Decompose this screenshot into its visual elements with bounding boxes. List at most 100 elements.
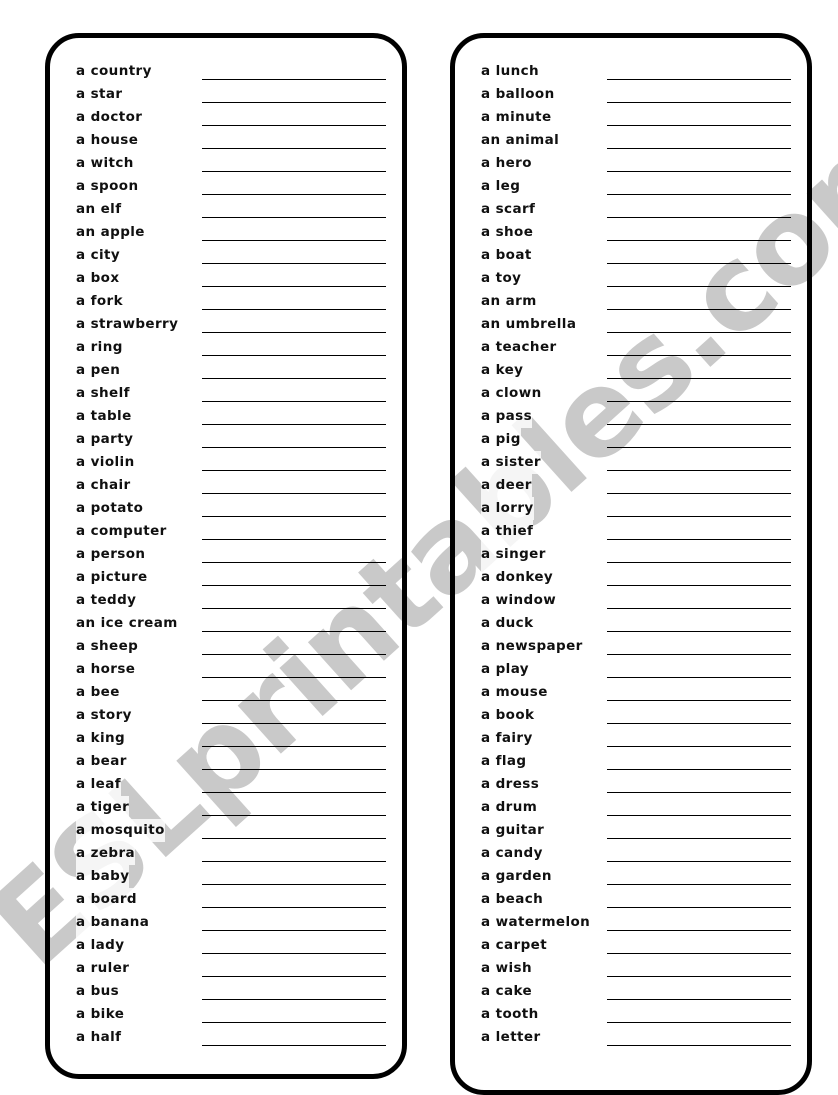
left-column-item-label: a mosquito: [76, 819, 165, 842]
answer-blank-line[interactable]: [202, 566, 386, 589]
answer-blank-line[interactable]: [202, 175, 386, 198]
answer-blank-line[interactable]: [607, 336, 791, 359]
answer-blank-line[interactable]: [202, 796, 386, 819]
answer-blank-line[interactable]: [607, 83, 791, 106]
answer-blank-line[interactable]: [202, 635, 386, 658]
answer-blank-line[interactable]: [607, 60, 791, 83]
answer-blank-line[interactable]: [607, 635, 791, 658]
right-column-item-label: a window: [481, 589, 557, 612]
answer-blank-line[interactable]: [607, 842, 791, 865]
answer-blank-line[interactable]: [607, 934, 791, 957]
answer-blank-line[interactable]: [607, 313, 791, 336]
answer-blank-line[interactable]: [202, 290, 386, 313]
answer-blank-line[interactable]: [607, 428, 791, 451]
answer-blank-line[interactable]: [607, 1026, 791, 1049]
answer-blank-line[interactable]: [607, 520, 791, 543]
answer-blank-line[interactable]: [607, 819, 791, 842]
answer-blank-line[interactable]: [607, 382, 791, 405]
answer-blank-line[interactable]: [202, 681, 386, 704]
answer-blank-line[interactable]: [607, 865, 791, 888]
answer-blank-line[interactable]: [202, 727, 386, 750]
answer-blank-line[interactable]: [607, 244, 791, 267]
answer-blank-line[interactable]: [202, 934, 386, 957]
right-column-item-label: a play: [481, 658, 529, 681]
answer-blank-line[interactable]: [607, 1003, 791, 1026]
answer-blank-line[interactable]: [202, 589, 386, 612]
answer-blank-line[interactable]: [202, 152, 386, 175]
worksheet-row: a picture: [50, 566, 402, 589]
answer-blank-line[interactable]: [607, 566, 791, 589]
answer-blank-line[interactable]: [202, 313, 386, 336]
answer-blank-line[interactable]: [607, 658, 791, 681]
answer-blank-line[interactable]: [607, 497, 791, 520]
answer-blank-line[interactable]: [202, 221, 386, 244]
answer-blank-line[interactable]: [202, 819, 386, 842]
worksheet-row: a baby: [50, 865, 402, 888]
answer-blank-line[interactable]: [202, 428, 386, 451]
answer-blank-line[interactable]: [202, 520, 386, 543]
answer-blank-line[interactable]: [607, 612, 791, 635]
answer-blank-line[interactable]: [607, 267, 791, 290]
answer-blank-line[interactable]: [607, 589, 791, 612]
answer-blank-line[interactable]: [202, 451, 386, 474]
worksheet-row: a bike: [50, 1003, 402, 1026]
answer-blank-line[interactable]: [607, 175, 791, 198]
answer-blank-line[interactable]: [607, 451, 791, 474]
answer-blank-line[interactable]: [607, 681, 791, 704]
answer-blank-line[interactable]: [202, 1026, 386, 1049]
answer-blank-line[interactable]: [607, 290, 791, 313]
answer-blank-line[interactable]: [202, 980, 386, 1003]
left-column-item-label: a star: [76, 83, 123, 106]
answer-blank-line[interactable]: [607, 198, 791, 221]
answer-blank-line[interactable]: [202, 106, 386, 129]
answer-blank-line[interactable]: [607, 152, 791, 175]
answer-blank-line[interactable]: [202, 543, 386, 566]
answer-blank-line[interactable]: [607, 750, 791, 773]
answer-blank-line[interactable]: [202, 405, 386, 428]
left-column-item-label: an elf: [76, 198, 122, 221]
answer-blank-line[interactable]: [607, 773, 791, 796]
answer-blank-line[interactable]: [202, 911, 386, 934]
answer-blank-line[interactable]: [607, 796, 791, 819]
answer-blank-line[interactable]: [202, 497, 386, 520]
answer-blank-line[interactable]: [607, 980, 791, 1003]
answer-blank-line[interactable]: [202, 474, 386, 497]
left-column-item-label: a computer: [76, 520, 167, 543]
answer-blank-line[interactable]: [607, 543, 791, 566]
answer-blank-line[interactable]: [202, 129, 386, 152]
answer-blank-line[interactable]: [607, 888, 791, 911]
answer-blank-line[interactable]: [607, 405, 791, 428]
answer-blank-line[interactable]: [202, 60, 386, 83]
answer-blank-line[interactable]: [202, 704, 386, 727]
answer-blank-line[interactable]: [202, 842, 386, 865]
answer-blank-line[interactable]: [202, 336, 386, 359]
answer-blank-line[interactable]: [607, 474, 791, 497]
worksheet-row: a witch: [50, 152, 402, 175]
answer-blank-line[interactable]: [202, 198, 386, 221]
answer-blank-line[interactable]: [202, 382, 386, 405]
answer-blank-line[interactable]: [202, 267, 386, 290]
answer-blank-line[interactable]: [607, 359, 791, 382]
worksheet-row: a clown: [455, 382, 807, 405]
answer-blank-line[interactable]: [202, 750, 386, 773]
answer-blank-line[interactable]: [202, 612, 386, 635]
answer-blank-line[interactable]: [607, 911, 791, 934]
answer-blank-line[interactable]: [607, 957, 791, 980]
answer-blank-line[interactable]: [607, 221, 791, 244]
left-column-item-label: a doctor: [76, 106, 143, 129]
answer-blank-line[interactable]: [202, 957, 386, 980]
answer-blank-line[interactable]: [202, 244, 386, 267]
answer-blank-line[interactable]: [607, 129, 791, 152]
row-spacer: [121, 1048, 198, 1049]
answer-blank-line[interactable]: [202, 888, 386, 911]
answer-blank-line[interactable]: [202, 658, 386, 681]
answer-blank-line[interactable]: [607, 106, 791, 129]
answer-blank-line[interactable]: [202, 83, 386, 106]
answer-blank-line[interactable]: [202, 359, 386, 382]
worksheet-row: a spoon: [50, 175, 402, 198]
answer-blank-line[interactable]: [202, 773, 386, 796]
answer-blank-line[interactable]: [607, 727, 791, 750]
answer-blank-line[interactable]: [607, 704, 791, 727]
answer-blank-line[interactable]: [202, 865, 386, 888]
answer-blank-line[interactable]: [202, 1003, 386, 1026]
